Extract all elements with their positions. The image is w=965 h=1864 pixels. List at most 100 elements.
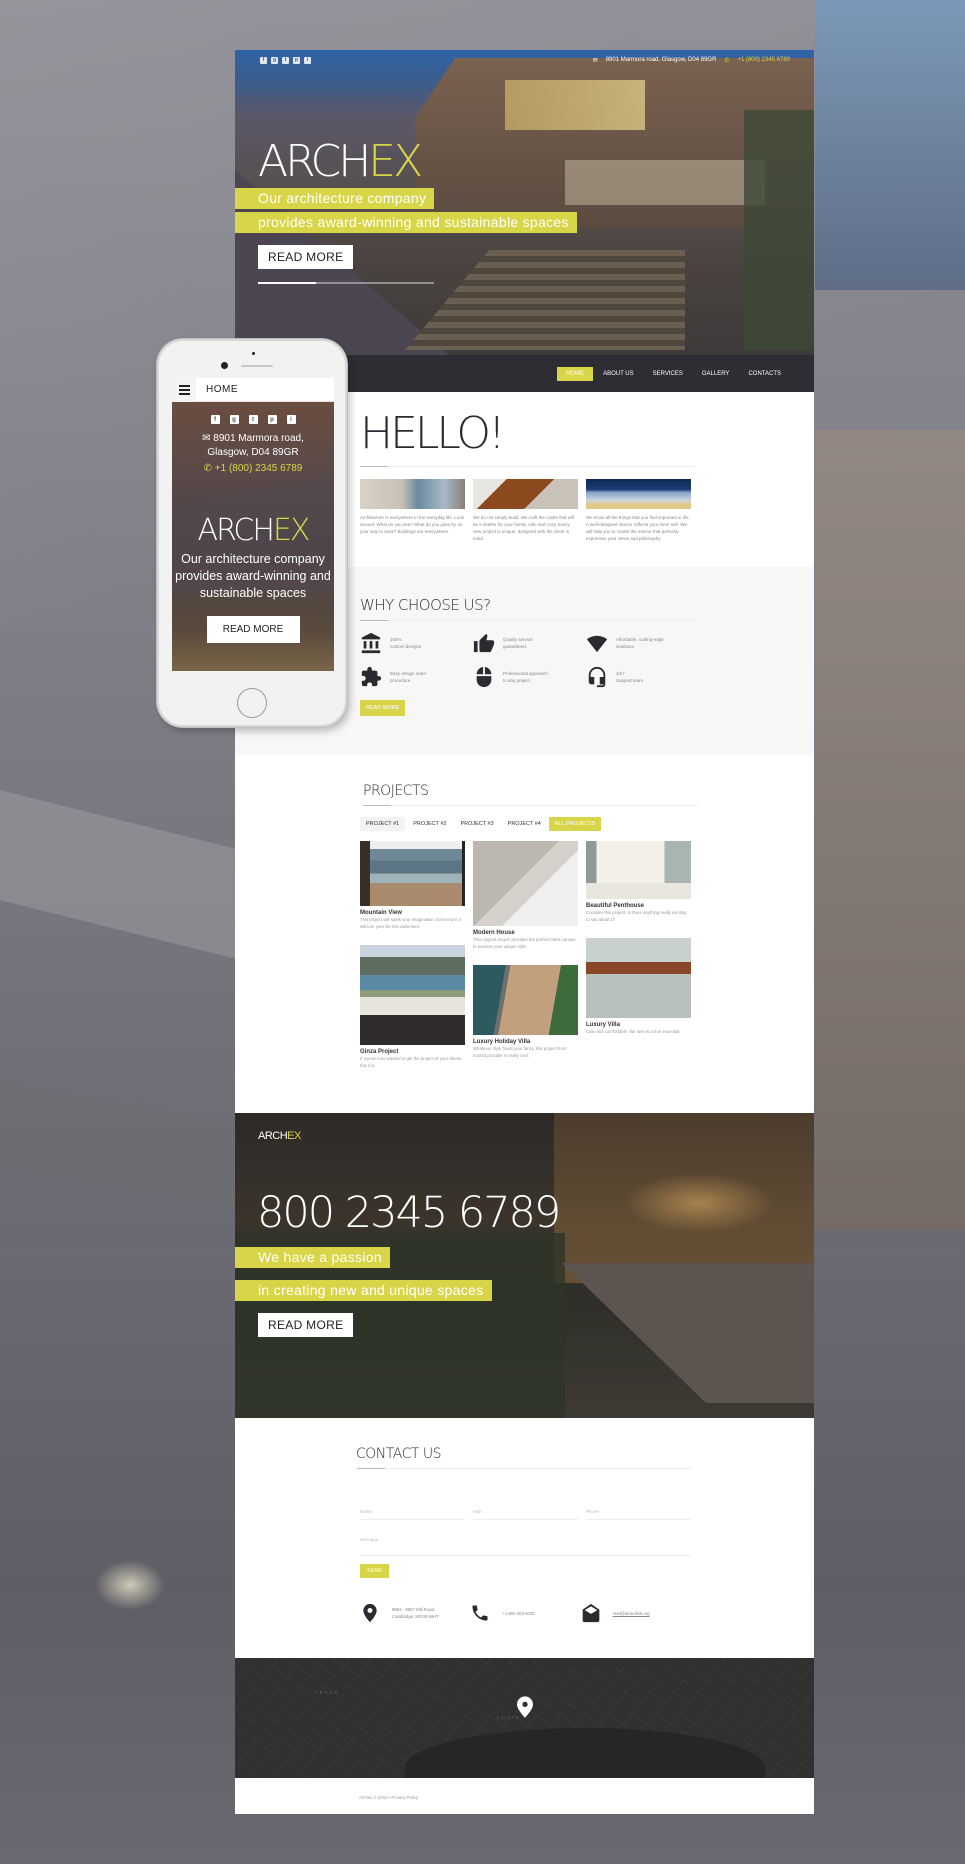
mobile-logo[interactable]: ARCHEX xyxy=(172,516,334,546)
twitter-icon[interactable]: t xyxy=(282,56,289,64)
name-field[interactable]: Name xyxy=(360,1509,465,1520)
footer: Archex © 2015 • Privacy Policy xyxy=(235,1778,814,1814)
tab-project-3[interactable]: PROJECT #3 xyxy=(454,817,499,831)
phone-speaker xyxy=(241,365,273,367)
tab-project-4[interactable]: PROJECT #4 xyxy=(502,817,547,831)
instagram-icon[interactable]: i xyxy=(286,415,296,424)
project-title[interactable]: Mountain View xyxy=(360,910,465,916)
feature-item: 100% custom designs xyxy=(360,632,473,654)
facebook-icon[interactable]: f xyxy=(210,415,220,424)
project-image[interactable] xyxy=(473,965,578,1035)
project-image[interactable] xyxy=(360,841,465,906)
hero-content: ARCHEX Our architecture company provides… xyxy=(235,140,577,284)
project-title[interactable]: Luxury Holiday Villa xyxy=(473,1039,578,1045)
mobile-address-line-1: 8901 Marmora road, xyxy=(213,433,304,444)
logo-main: ARCH xyxy=(258,1130,288,1142)
project-title[interactable]: Modern House xyxy=(473,930,578,936)
contact-form-row: Name Mail Phone xyxy=(360,1509,691,1520)
project-card[interactable]: Luxury Holiday Villa Whatever style floa… xyxy=(473,965,578,1074)
mobile-tagline: Our architecture company provides award-… xyxy=(175,552,331,600)
mobile-read-more-button[interactable]: READ MORE xyxy=(206,616,300,643)
twitter-icon[interactable]: t xyxy=(248,415,258,424)
phone-field[interactable]: Phone xyxy=(586,1509,691,1520)
feature-item: 24/7 Support team xyxy=(586,666,699,688)
projects-grid: Mountain View This project will spark yo… xyxy=(360,841,691,1084)
project-card[interactable]: Beautiful Penthouse Consider this projec… xyxy=(586,841,691,938)
projects-title: PROJECTS xyxy=(363,783,429,799)
project-image[interactable] xyxy=(473,841,578,926)
nav-gallery[interactable]: GALLERY xyxy=(693,367,739,381)
google-plus-icon[interactable]: g xyxy=(229,415,239,424)
hero-tagline-1: Our architecture company xyxy=(235,188,435,209)
phone-text[interactable]: +1 800 603 6035 xyxy=(502,1610,534,1617)
project-image[interactable] xyxy=(360,945,465,1045)
envelope-icon: ✉ xyxy=(592,57,598,64)
background-sky xyxy=(815,0,965,290)
social-links: f g t p i xyxy=(260,56,311,64)
mail-field[interactable]: Mail xyxy=(473,1509,578,1520)
why-read-more-button[interactable]: READ MORE xyxy=(360,700,406,716)
project-image[interactable] xyxy=(586,938,691,1018)
background-brick-wall xyxy=(815,430,965,1230)
background-slab xyxy=(0,790,240,960)
feature-item: Professional approach to any project xyxy=(473,666,586,688)
title-underline xyxy=(357,1468,692,1469)
hello-title: HELLO! xyxy=(360,408,506,459)
nav-about-us[interactable]: ABOUT US xyxy=(594,367,643,381)
instagram-icon[interactable]: i xyxy=(304,56,311,64)
phone-icon: ✆ xyxy=(203,463,215,474)
project-filter-tabs: PROJECT #1 PROJECT #2 PROJECT #3 PROJECT… xyxy=(360,817,691,831)
hello-column-text: Architecture is everywhere in the everyd… xyxy=(360,515,465,534)
project-desc: This project will spark your imagination… xyxy=(360,917,462,929)
project-desc: This original project provides the perfe… xyxy=(473,937,576,949)
nav-home[interactable]: HOME xyxy=(557,366,594,381)
map-label-texas: TEXAS xyxy=(315,1690,340,1695)
top-phone-link[interactable]: +1 (800) 2345 6789 xyxy=(737,57,790,63)
hero-section: f g t p i ✉ 8901 Marmora road, Glasgow, … xyxy=(235,50,814,355)
message-field[interactable]: Message xyxy=(360,1537,691,1556)
map[interactable]: TEXAS LOUIS xyxy=(235,1658,814,1778)
project-desc: Whatever style floats your fancy, this p… xyxy=(473,1046,567,1058)
tab-project-1[interactable]: PROJECT #1 xyxy=(360,817,406,831)
mobile-social-links: f g t p i xyxy=(172,415,334,424)
project-title[interactable]: Ginza Project xyxy=(360,1049,465,1055)
mobile-phone-number: +1 (800) 2345 6789 xyxy=(214,463,303,474)
project-title[interactable]: Beautiful Penthouse xyxy=(586,903,691,909)
hamburger-menu-icon[interactable] xyxy=(172,378,196,402)
desktop-page-preview: f g t p i ✉ 8901 Marmora road, Glasgow, … xyxy=(235,50,814,1814)
contact-info: 9863 - 9867 Mill Road, Cambridge, MG09 9… xyxy=(360,1602,691,1624)
facebook-icon[interactable]: f xyxy=(260,56,267,64)
nav-services[interactable]: SERVICES xyxy=(644,367,692,381)
pinterest-icon[interactable]: p xyxy=(267,415,277,424)
project-card[interactable]: Mountain View This project will spark yo… xyxy=(360,841,465,945)
project-desc: Consider this project. Is there anything… xyxy=(586,910,687,922)
email-link[interactable]: mail@demolink.org xyxy=(613,1610,650,1617)
logo[interactable]: ARCHEX xyxy=(258,140,577,184)
title-underline xyxy=(363,805,698,806)
project-card[interactable]: Modern House This original project provi… xyxy=(473,841,578,965)
tab-project-2[interactable]: PROJECT #2 xyxy=(407,817,452,831)
copyright-text[interactable]: Archex © 2015 • Privacy Policy xyxy=(359,1795,418,1800)
project-card[interactable]: Ginza Project If you've ever wanted to g… xyxy=(360,945,465,1084)
hero-read-more-button[interactable]: READ MORE xyxy=(258,245,354,269)
cta-logo[interactable]: ARCHEX xyxy=(258,1130,559,1142)
project-title[interactable]: Luxury Villa xyxy=(586,1022,691,1028)
project-card[interactable]: Luxury Villa Cute and comfortable, the i… xyxy=(586,938,691,1051)
mobile-phone[interactable]: ✆ +1 (800) 2345 6789 xyxy=(172,463,334,474)
tab-all-projects[interactable]: ALL PROJECTS xyxy=(548,817,602,831)
projects-column: Modern House This original project provi… xyxy=(473,841,578,1084)
project-image[interactable] xyxy=(586,841,691,899)
pinterest-icon[interactable]: p xyxy=(293,56,300,64)
project-desc: If you've ever wanted to get the project… xyxy=(360,1056,463,1068)
google-plus-icon[interactable]: g xyxy=(271,56,278,64)
staircase-image xyxy=(473,479,578,509)
cta-read-more-button[interactable]: READ MORE xyxy=(258,1313,354,1337)
slider-pagination[interactable] xyxy=(258,282,434,284)
contact-section: CONTACT US Name Mail Phone Message SEND … xyxy=(235,1418,814,1658)
send-button[interactable]: SEND xyxy=(360,1564,390,1578)
logo-accent: EX xyxy=(287,1130,301,1142)
nav-contacts[interactable]: CONTACTS xyxy=(739,367,790,381)
hello-column: We do not simply build. We craft the cas… xyxy=(473,479,578,542)
map-pin-icon[interactable] xyxy=(517,1696,533,1718)
contact-email: mail@demolink.org xyxy=(581,1602,691,1624)
